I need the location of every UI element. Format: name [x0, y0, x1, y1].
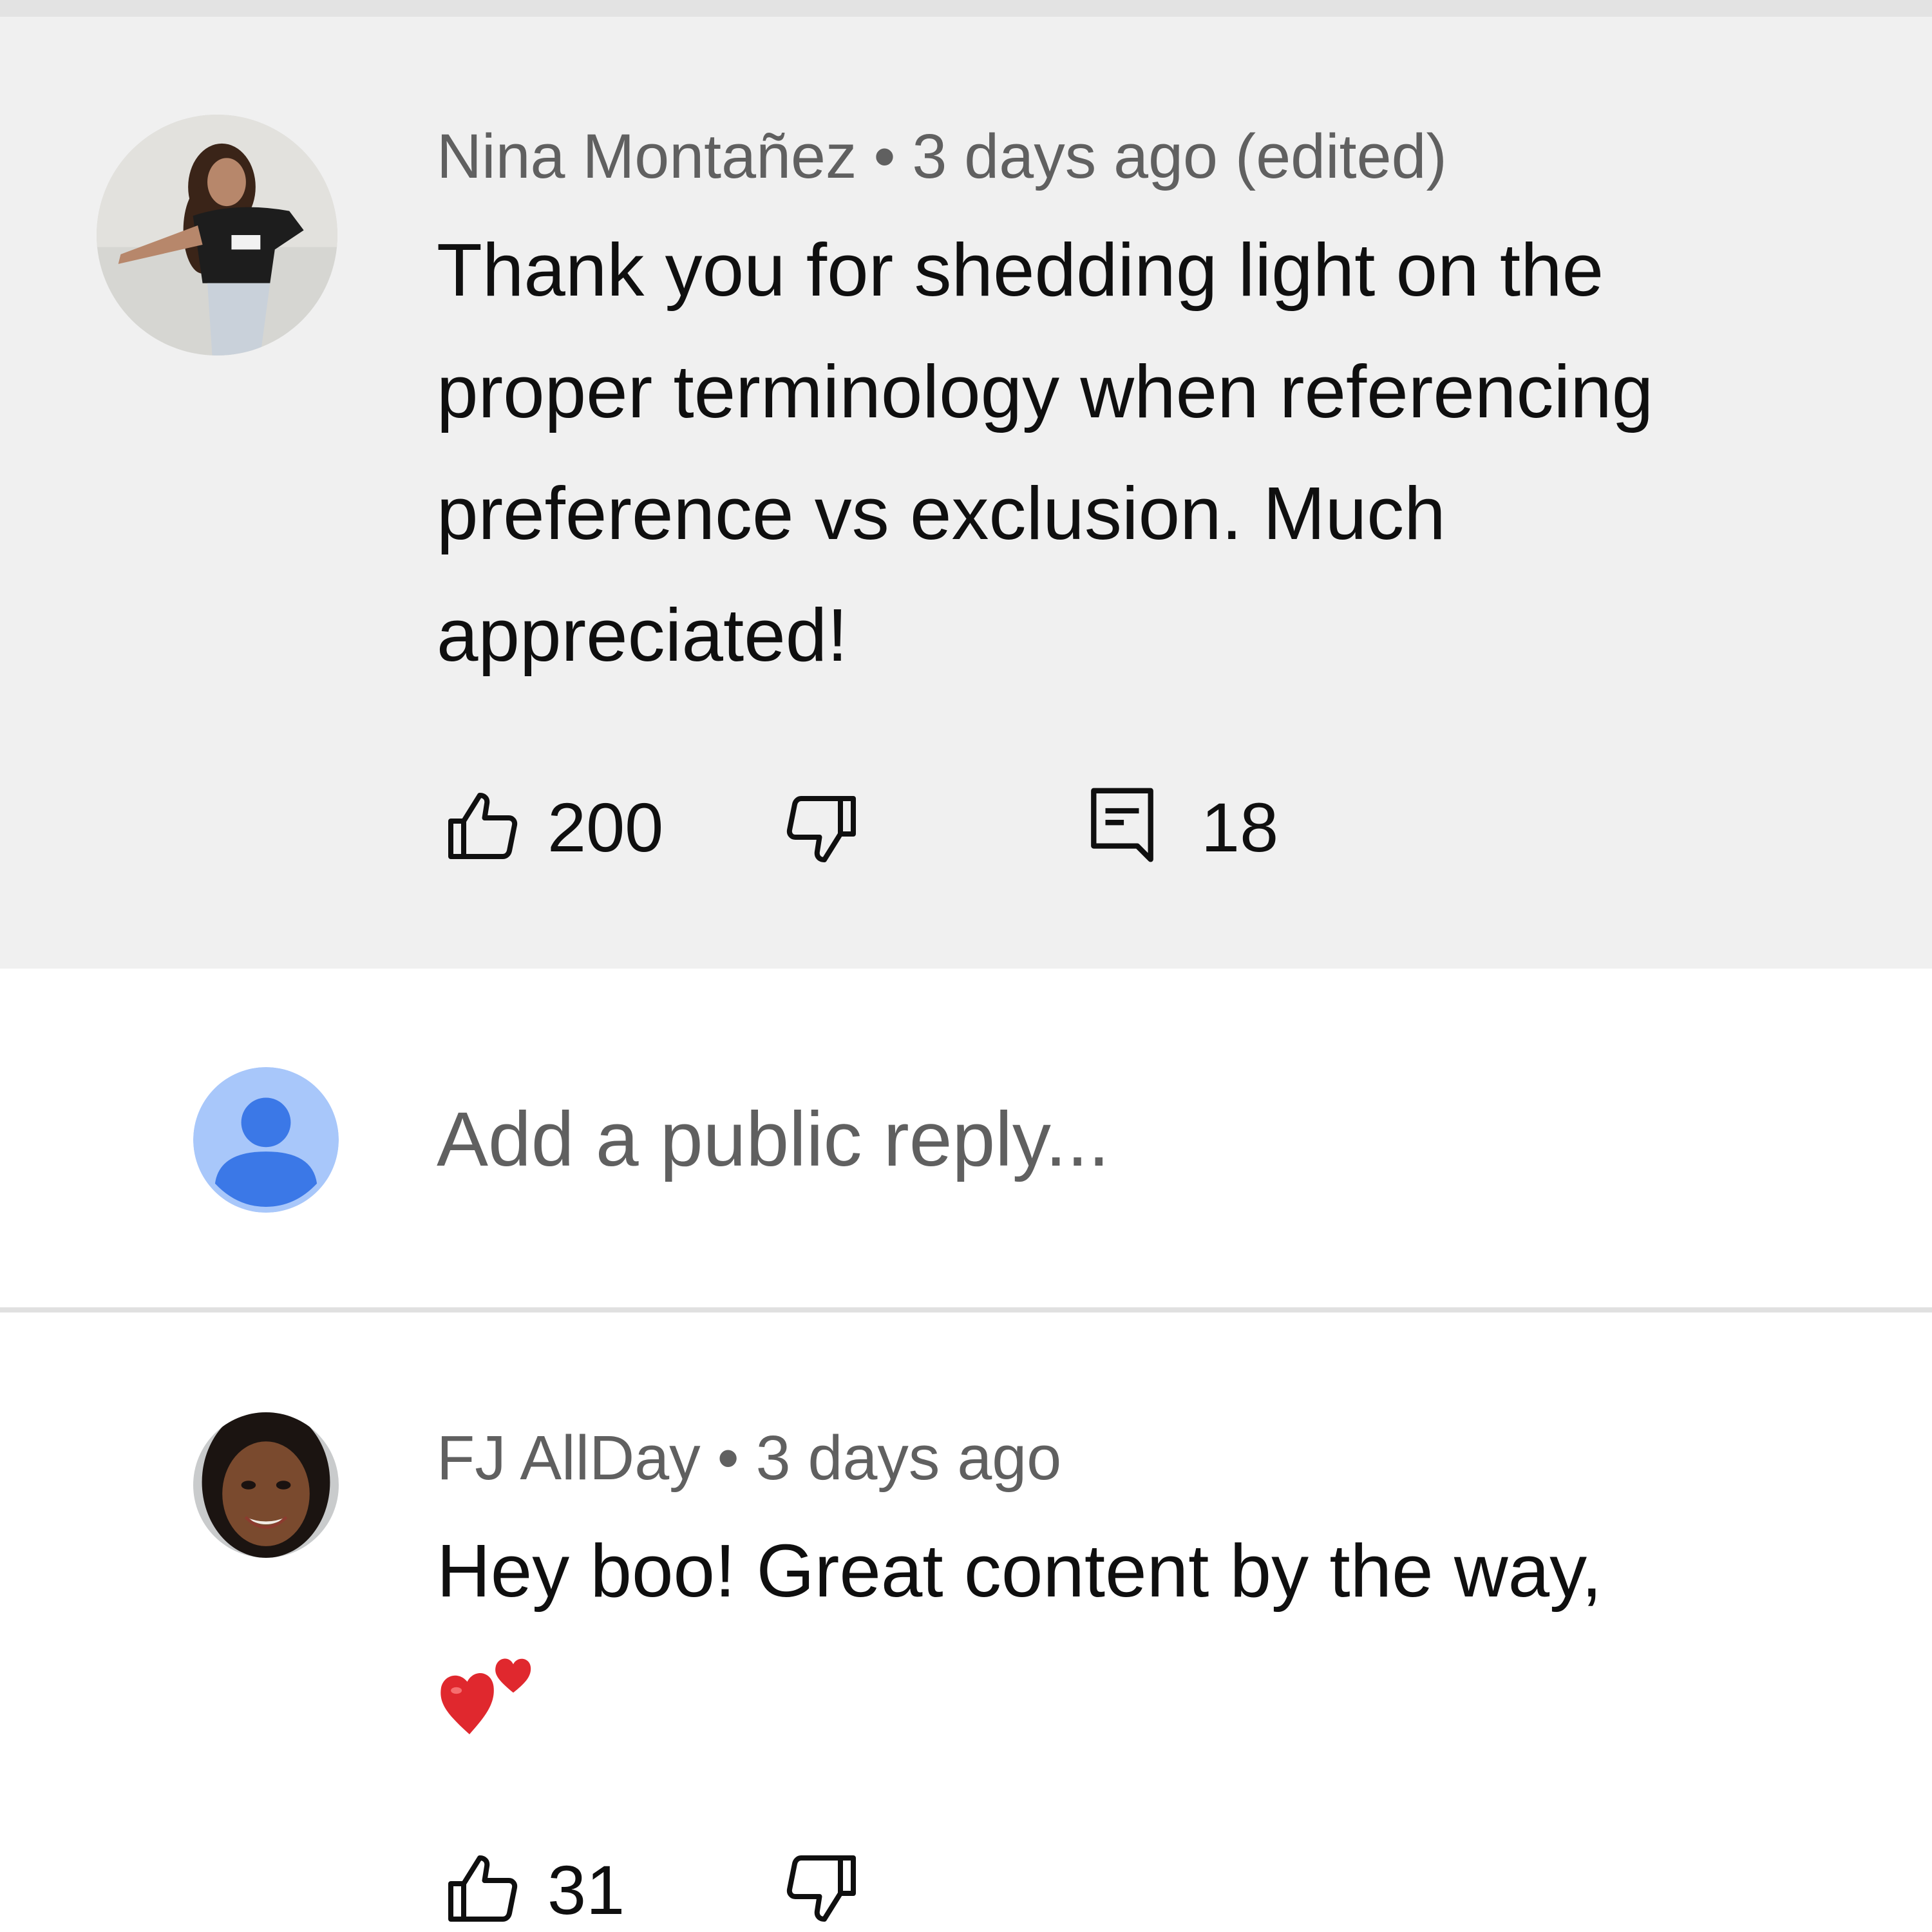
comment-text: Hey boo! Great content by the way, — [437, 1510, 1886, 1632]
like-count: 31 — [547, 1851, 625, 1929]
default-profile-icon — [193, 1067, 339, 1213]
comment-line: preference vs exclusion. Much — [437, 471, 1446, 555]
comment-timestamp[interactable]: 3 days ago (edited) — [912, 121, 1446, 191]
section-divider — [0, 1307, 1932, 1312]
like-button[interactable]: 31 — [444, 1852, 625, 1929]
top-divider — [0, 0, 1932, 17]
thumb-up-icon — [448, 793, 518, 859]
comment-line: appreciated! — [437, 593, 848, 677]
comment-icon — [1091, 788, 1153, 862]
reply-input[interactable] — [437, 1095, 1853, 1184]
reply-button[interactable]: 18 — [1088, 786, 1278, 869]
like-count: 200 — [547, 788, 664, 866]
two-hearts-emoji — [440, 1658, 531, 1734]
dislike-button[interactable] — [782, 789, 860, 866]
dislike-button[interactable] — [782, 1848, 860, 1926]
comment-text: Thank you for shedding light on the prop… — [437, 209, 1886, 696]
thumb-down-icon — [786, 1855, 856, 1922]
comment-author[interactable]: Nina Montañez — [437, 121, 857, 191]
comment-line: proper terminology when referencing — [437, 350, 1654, 433]
meta-separator: • — [873, 121, 896, 191]
comment-line: Thank you for shedding light on the — [437, 228, 1604, 312]
comment-line: Hey boo! Great content by the way, — [437, 1529, 1602, 1613]
meta-separator: • — [717, 1423, 739, 1493]
thumb-down-icon — [786, 796, 856, 862]
comment-meta: Nina Montañez • 3 days ago (edited) — [437, 125, 1447, 187]
comments-screen: Nina Montañez • 3 days ago (edited) Thank … — [0, 0, 1932, 1932]
comment-timestamp[interactable]: 3 days ago — [756, 1423, 1062, 1493]
avatar-fj-allday[interactable] — [193, 1412, 339, 1558]
like-button[interactable]: 200 — [444, 789, 663, 866]
reply-count[interactable]: 18 — [1201, 793, 1278, 862]
comment-author[interactable]: FJ AllDay — [437, 1423, 701, 1493]
avatar-nina-montanez[interactable] — [97, 115, 337, 355]
thumb-up-icon — [448, 1855, 518, 1922]
comment-meta: FJ AllDay • 3 days ago — [437, 1426, 1061, 1489]
